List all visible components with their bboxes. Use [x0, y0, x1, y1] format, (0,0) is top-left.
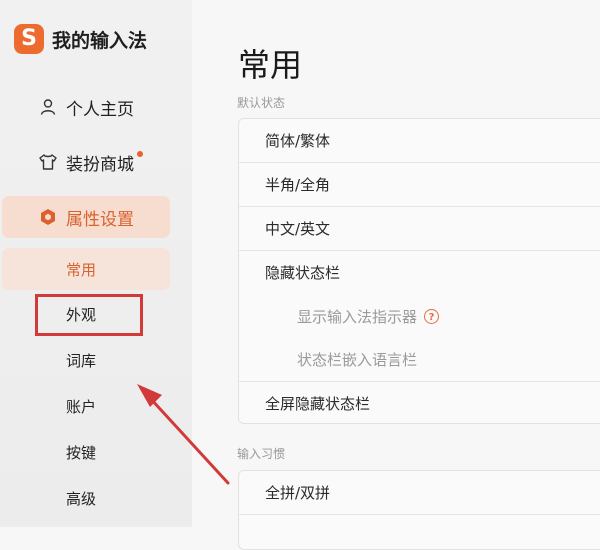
setting-row-label: 隐藏状态栏	[265, 264, 341, 282]
setting-row-embed-language-bar[interactable]: 状态栏嵌入语言栏	[239, 338, 600, 381]
sidebar-subitem-label: 账户	[66, 397, 97, 416]
sidebar-subitem-keys[interactable]: 按键	[0, 434, 192, 470]
sidebar-subitem-account[interactable]: 账户	[0, 388, 192, 424]
section-label-default-status: 默认状态	[237, 96, 286, 110]
setting-row-label: 全拼/双拼	[265, 484, 331, 502]
input-habits-card: 全拼/双拼	[238, 470, 600, 550]
setting-row-show-indicator[interactable]: 显示输入法指示器 ?	[239, 295, 600, 338]
default-status-card: 简体/繁体 半角/全角 中文/英文 隐藏状态栏 显示输入法指示器 ? 状态栏嵌入…	[238, 118, 600, 424]
sogou-logo-icon: S	[14, 24, 44, 54]
annotation-highlight-box	[35, 294, 143, 336]
setting-row-label: 简体/繁体	[265, 132, 331, 150]
setting-row-simplified-traditional[interactable]: 简体/繁体	[239, 119, 600, 162]
notification-badge	[137, 151, 143, 157]
sidebar-subitem-label: 常用	[66, 260, 97, 279]
setting-row-hide-status-bar[interactable]: 隐藏状态栏	[239, 251, 600, 294]
sidebar-item-label: 属性设置	[66, 209, 134, 230]
section-label-input-habits: 输入习惯	[237, 447, 286, 461]
sidebar-item-settings[interactable]: 属性设置	[2, 196, 170, 238]
help-question-icon[interactable]: ?	[424, 309, 439, 324]
sidebar-subitem-label: 词库	[66, 351, 97, 370]
setting-row-half-full-width[interactable]: 半角/全角	[239, 163, 600, 206]
setting-row-label: 全屏隐藏状态栏	[265, 395, 371, 413]
sidebar-item-profile[interactable]: 个人主页	[0, 90, 192, 124]
shirt-icon	[38, 152, 58, 172]
hexagon-settings-icon	[38, 207, 58, 227]
setting-row-chinese-english[interactable]: 中文/英文	[239, 207, 600, 250]
sidebar-subitem-dictionary[interactable]: 词库	[0, 342, 192, 378]
sidebar-subitem-label: 按键	[66, 443, 97, 462]
sidebar-subitem-advanced[interactable]: 高级	[0, 480, 192, 516]
sidebar-item-store[interactable]: 装扮商城	[0, 145, 192, 179]
main-panel: 常用 默认状态 简体/繁体 半角/全角 中文/英文 隐藏状态栏 显示输入法指示器…	[192, 0, 600, 550]
divider	[239, 514, 600, 515]
brand: S 我的输入法	[14, 22, 147, 56]
setting-row-full-double-pinyin[interactable]: 全拼/双拼	[239, 471, 600, 514]
user-icon	[38, 97, 58, 117]
sidebar-subitem-common[interactable]: 常用	[2, 248, 170, 290]
setting-row-label: 半角/全角	[265, 176, 331, 194]
app-title: 我的输入法	[52, 29, 148, 52]
sidebar-subitem-label: 高级	[66, 489, 97, 508]
setting-row-label: 显示输入法指示器	[297, 308, 418, 326]
sidebar-item-label: 个人主页	[66, 99, 134, 120]
sidebar: S 我的输入法 个人主页 装扮商城 属性设置 常用 外观 词库 账户 按键 高级	[0, 0, 192, 527]
sidebar-item-label: 装扮商城	[66, 154, 134, 175]
setting-row-label: 中文/英文	[265, 220, 331, 238]
setting-row-label: 状态栏嵌入语言栏	[297, 351, 418, 369]
setting-row-fullscreen-hide-status-bar[interactable]: 全屏隐藏状态栏	[239, 382, 600, 425]
page-title: 常用	[238, 46, 303, 84]
